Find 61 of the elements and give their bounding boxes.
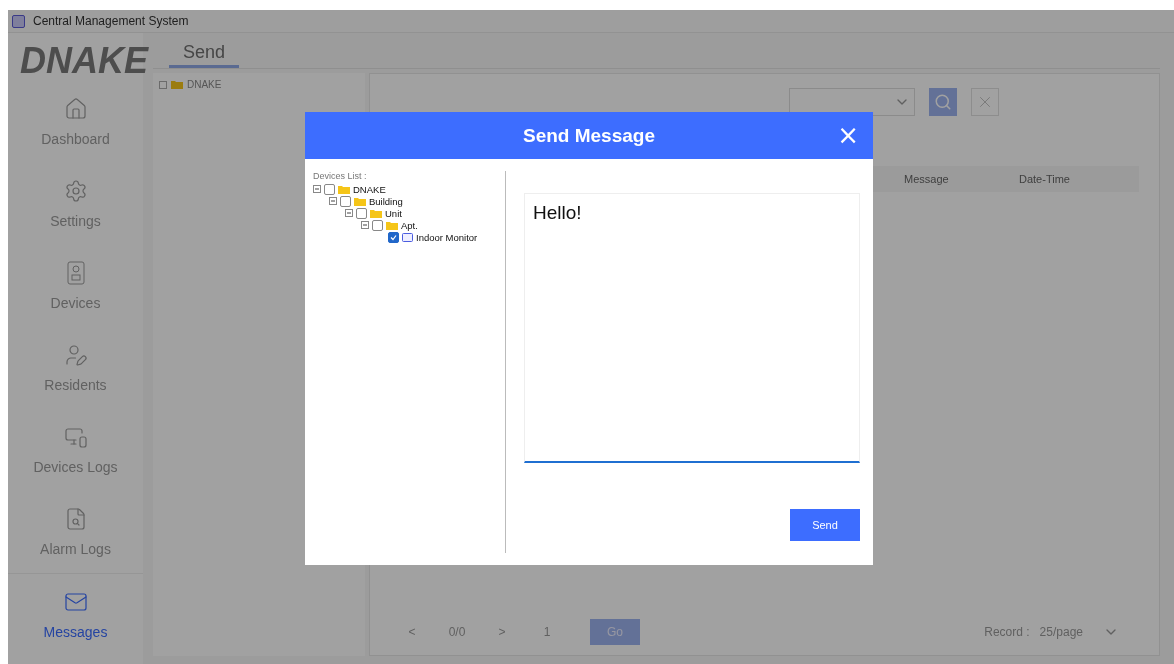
- sidebar-item[interactable]: Dashboard: [8, 81, 143, 163]
- sidebar-label: Messages: [43, 624, 108, 640]
- collapse-icon[interactable]: [329, 197, 337, 205]
- tree-item[interactable]: Unit: [385, 207, 402, 219]
- monitor-icon: [402, 232, 413, 242]
- folder-icon: [354, 196, 366, 206]
- user-edit-icon: [63, 343, 88, 367]
- sidebar-label: Devices: [50, 295, 101, 311]
- tree-item[interactable]: DNAKE: [353, 183, 386, 195]
- sidebar-item[interactable]: Devices: [8, 245, 143, 327]
- folder-icon: [338, 184, 350, 194]
- home-icon: [63, 97, 88, 121]
- search-icon: [934, 93, 952, 111]
- send-button[interactable]: Send: [790, 509, 860, 541]
- collapse-icon[interactable]: [345, 209, 353, 217]
- record-label: Record :: [984, 625, 1030, 639]
- envelope-icon: [63, 590, 88, 614]
- logo: DNAKE: [20, 39, 150, 81]
- tree-item[interactable]: Indoor Monitor: [416, 231, 478, 243]
- message-field[interactable]: Hello!: [524, 193, 860, 463]
- folder-icon: [171, 80, 183, 89]
- tab[interactable]: Send: [169, 42, 239, 68]
- sidebar-label: Dashboard: [41, 131, 110, 147]
- prev-button[interactable]: <: [392, 625, 432, 639]
- gear-icon: [63, 179, 88, 203]
- search-button[interactable]: [929, 88, 957, 116]
- column-header: Message: [904, 173, 950, 185]
- sidebar-item[interactable]: Settings: [8, 163, 143, 245]
- checkbox[interactable]: [340, 195, 351, 207]
- tree-item[interactable]: Apt.: [401, 219, 418, 231]
- sidebar-label: Residents: [44, 377, 107, 393]
- window-title: Central Management System: [33, 14, 189, 28]
- page-number[interactable]: 1: [522, 625, 572, 639]
- page-size-select[interactable]: 25/page: [1039, 624, 1119, 640]
- checkbox[interactable]: [388, 231, 399, 243]
- close-button[interactable]: ×: [837, 124, 859, 146]
- list-label: Devices List :: [313, 171, 368, 181]
- collapse-icon[interactable]: [313, 185, 321, 193]
- checkbox[interactable]: [356, 207, 367, 219]
- next-button[interactable]: >: [482, 625, 522, 639]
- dialog-title: Send Message: [523, 124, 655, 147]
- sidebar-item[interactable]: Residents: [8, 327, 143, 409]
- checkbox[interactable]: [372, 219, 383, 231]
- sidebar-label: Alarm Logs: [40, 541, 111, 557]
- checkbox[interactable]: [324, 183, 335, 195]
- sidebar-label: Devices Logs: [33, 459, 118, 475]
- sidebar-item[interactable]: Alarm Logs: [8, 491, 143, 573]
- sidebar-item[interactable]: Devices Logs: [8, 409, 143, 491]
- tree-item[interactable]: Building: [369, 195, 403, 207]
- page-count: 0/0: [447, 625, 467, 639]
- speaker-icon: [66, 261, 85, 285]
- folder-icon: [370, 208, 382, 218]
- tree-item[interactable]: DNAKE: [187, 79, 222, 90]
- sidebar-label: Settings: [50, 213, 101, 229]
- app-icon: [12, 14, 25, 28]
- folder-icon: [386, 220, 398, 230]
- collapse-icon[interactable]: [159, 80, 167, 89]
- collapse-icon[interactable]: [361, 221, 369, 229]
- monitor-icon: [63, 425, 88, 449]
- sidebar-item[interactable]: Messages: [8, 573, 143, 656]
- column-header: Date-Time: [1019, 173, 1071, 185]
